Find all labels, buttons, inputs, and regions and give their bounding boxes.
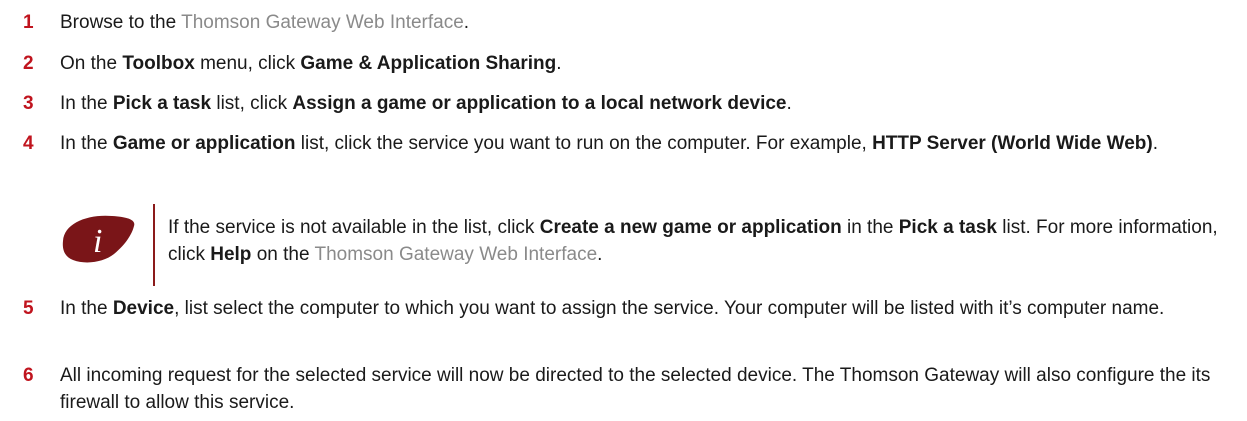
step-number: 4: [23, 133, 34, 154]
list-name-device: Device: [112, 298, 175, 319]
step-text-segment: All incoming request for the selected se…: [60, 365, 1211, 413]
step-text-segment: In the: [60, 133, 113, 154]
note-text-segment: on the: [251, 244, 315, 265]
step-text-segment: On the: [60, 53, 123, 74]
note-box: i If the service is not available in the…: [60, 204, 1235, 286]
step-text-segment: In the: [60, 298, 113, 319]
menu-name-toolbox: Toolbox: [122, 53, 195, 74]
step-text-segment: , list select the computer to which you …: [174, 298, 1165, 319]
step-text: In the Device, list select the computer …: [60, 295, 1235, 322]
step-text: Browse to the Thomson Gateway Web Interf…: [60, 9, 1235, 36]
step-text-segment: In the: [60, 93, 113, 114]
step-text-segment: menu, click: [194, 53, 301, 74]
web-interface-link[interactable]: Thomson Gateway Web Interface: [314, 244, 597, 265]
note-text-segment: If the service is not available in the l…: [168, 217, 540, 238]
note-text: If the service is not available in the l…: [168, 214, 1235, 268]
step-number: 1: [23, 12, 34, 33]
menu-item-game-sharing: Game & Application Sharing: [300, 53, 557, 74]
note-divider: [153, 204, 155, 286]
step-text-segment: list, click the service you want to run …: [295, 133, 873, 154]
web-interface-link[interactable]: Thomson Gateway Web Interface: [181, 12, 464, 33]
help-label: Help: [210, 244, 252, 265]
task-name-create-game: Create a new game or application: [539, 217, 842, 238]
step-number: 6: [23, 365, 34, 386]
list-name-pick-a-task: Pick a task: [112, 93, 212, 114]
step-text: In the Game or application list, click t…: [60, 130, 1235, 157]
step-text-segment: .: [556, 53, 562, 74]
step-text-segment: .: [463, 12, 470, 33]
step-text: All incoming request for the selected se…: [60, 362, 1235, 416]
step-number: 5: [23, 298, 34, 319]
step-number: 3: [23, 93, 34, 114]
task-name-assign-game: Assign a game or application to a local …: [292, 93, 787, 114]
info-icon-letter: i: [93, 223, 102, 260]
note-text-segment: in the: [841, 217, 899, 238]
note-text-segment: .: [597, 244, 603, 265]
list-name-game-or-application: Game or application: [112, 133, 296, 154]
step-text: In the Pick a task list, click Assign a …: [60, 90, 1235, 117]
service-name-http-server: HTTP Server (World Wide Web): [872, 133, 1153, 154]
info-icon: i: [62, 215, 135, 263]
step-text-segment: .: [1152, 133, 1159, 154]
step-text: On the Toolbox menu, click Game & Applic…: [60, 50, 1235, 77]
step-number: 2: [23, 53, 34, 74]
step-text-segment: list, click: [211, 93, 293, 114]
list-name-pick-a-task: Pick a task: [898, 217, 997, 238]
step-text-segment: Browse to the: [60, 12, 182, 33]
step-text-segment: .: [786, 93, 792, 114]
